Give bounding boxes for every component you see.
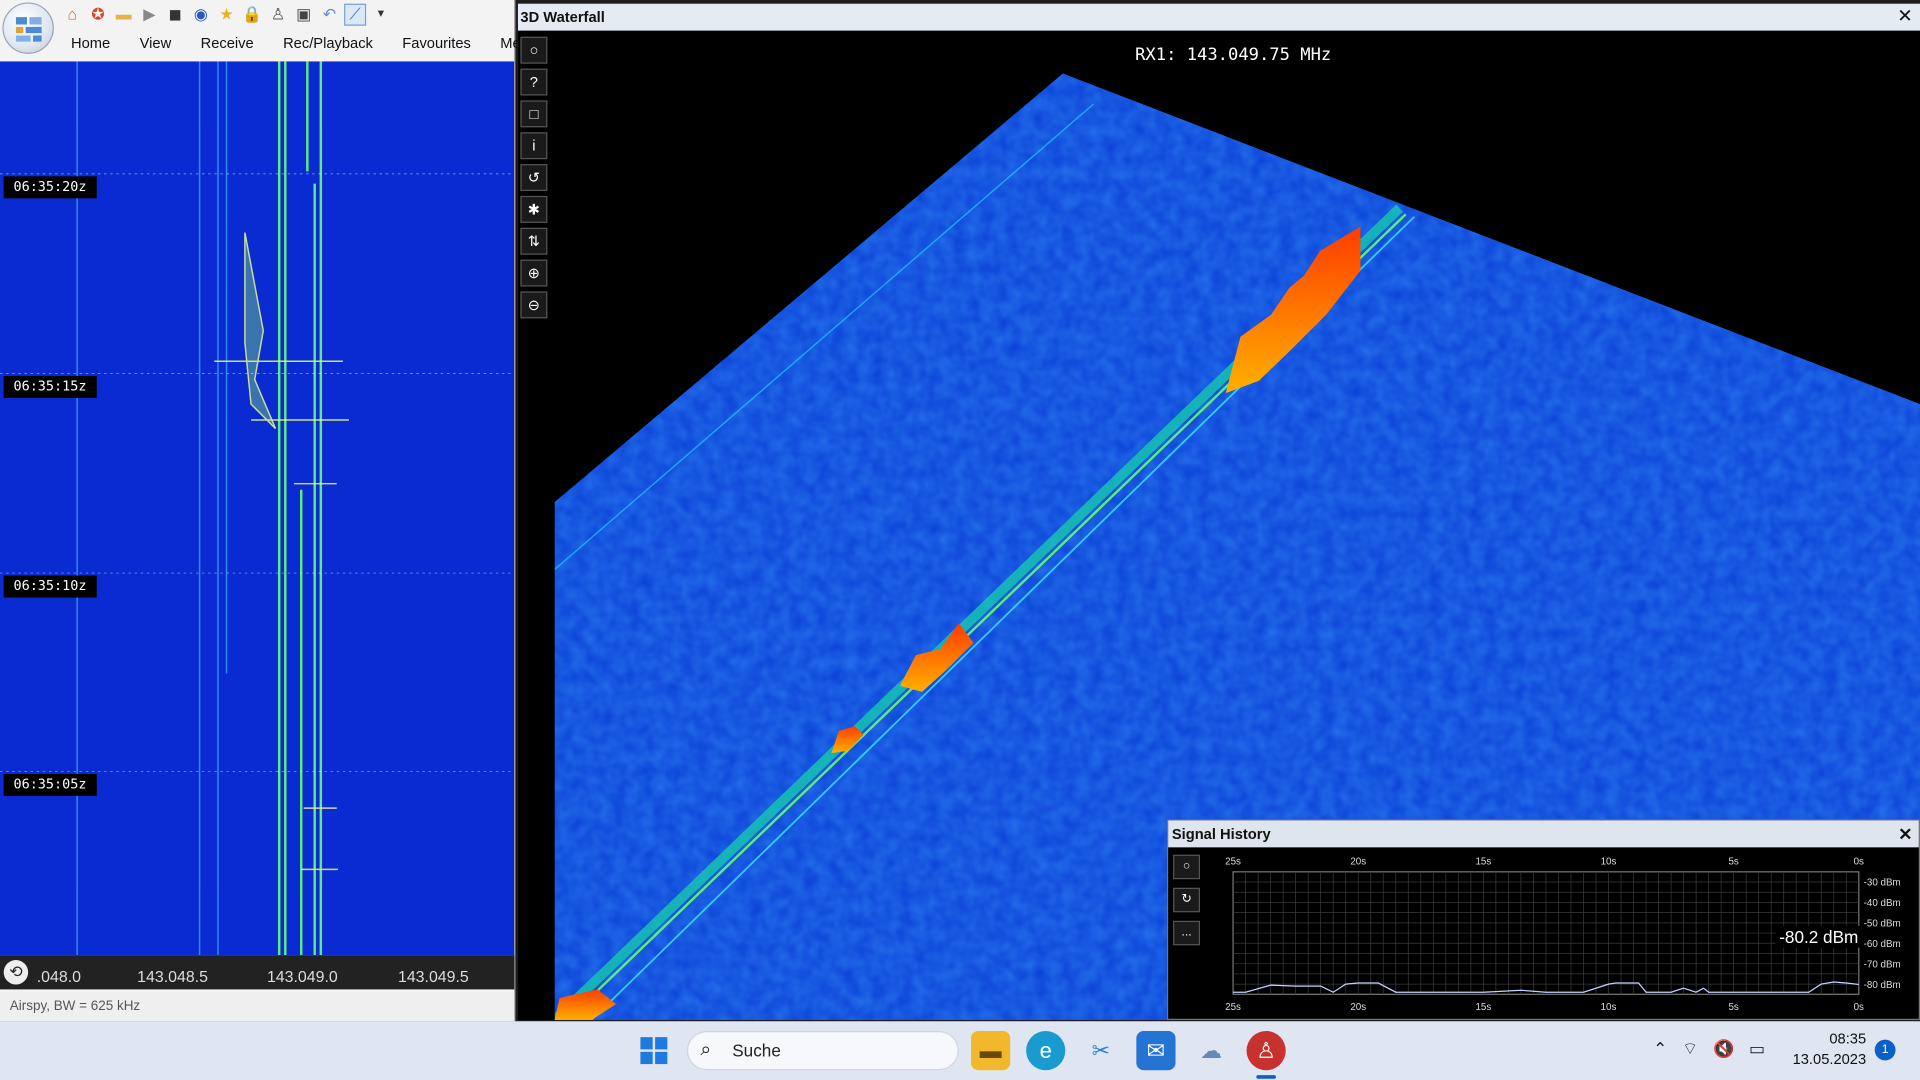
time-label: 06:35:10z: [3, 575, 97, 598]
sdr-main-window: ⌂ ✪ ▬ ▶ ◼ ◉ ★ 🔒 ♙ ▣ ↶ ⟋ ▾ Home View Rece…: [0, 0, 546, 1022]
menu-receive[interactable]: Receive: [186, 32, 268, 56]
screen: ⌂ ✪ ▬ ▶ ◼ ◉ ★ 🔒 ♙ ▣ ↶ ⟋ ▾ Home View Rece…: [0, 0, 1920, 1080]
signal-history-tools: ○ ↻ ...: [1173, 854, 1202, 954]
taskbar-search[interactable]: ⌕ Suche: [686, 1031, 959, 1071]
app-menu-button[interactable]: [2, 2, 54, 54]
time-label: 06:35:05z: [3, 773, 97, 796]
help-icon[interactable]: ?: [520, 68, 548, 96]
y-tick-label: -80 dBm: [1864, 980, 1901, 991]
y-tick-label: -60 dBm: [1864, 939, 1901, 950]
search-icon: ⌕: [700, 1039, 712, 1061]
wifi-icon[interactable]: ⌔: [1682, 1038, 1698, 1060]
ribbon-menu: Home View Receive Rec/Playback Favourite…: [56, 32, 560, 56]
mail-icon[interactable]: ✉: [1136, 1031, 1176, 1071]
waterfall-3d-tools: ○ ? □ i ↺ ✱ ⇅ ⊕ ⊖: [520, 36, 552, 324]
freq-tick: .048.0: [36, 967, 82, 986]
stop-icon[interactable]: ◼: [164, 4, 186, 26]
lock-icon[interactable]: 🔒: [241, 4, 263, 26]
system-tray: ⌃ ⌔ 🔇 ▭: [1653, 1038, 1765, 1060]
close-icon[interactable]: ✕: [1898, 820, 1912, 847]
refresh-icon[interactable]: ↻: [1173, 887, 1201, 913]
rx-frequency-label: RX1: 143.049.75 MHz: [1135, 45, 1332, 65]
status-bar: Airspy, BW = 625 kHz: [0, 991, 515, 1022]
freq-tick: 143.049.5: [397, 967, 469, 986]
x-tick-label: 5s: [1728, 1002, 1738, 1013]
swap-vertical-icon[interactable]: ⇅: [520, 227, 548, 255]
x-tick-label: 0s: [1854, 1002, 1864, 1013]
active-app-indicator: [1256, 1075, 1276, 1079]
play-icon[interactable]: ▶: [138, 4, 160, 26]
waterfall-3d-title: 3D Waterfall: [517, 3, 1920, 31]
x-tick-label: 25s: [1225, 1002, 1241, 1013]
clock-date: 13.05.2023: [1792, 1050, 1867, 1068]
sdr-app-icon[interactable]: ♙: [1246, 1031, 1286, 1071]
zoom-out-icon[interactable]: ⊖: [520, 291, 548, 319]
y-tick-label: -40 dBm: [1864, 898, 1901, 909]
menu-rec-playback[interactable]: Rec/Playback: [268, 32, 387, 56]
camera-icon[interactable]: ▣: [293, 4, 315, 26]
taskbar: ⌕ Suche ▬ e ✂ ✉ ☁ ♙ ⌃ ⌔ 🔇 ▭ 08:35 13.05.…: [0, 1021, 1920, 1080]
x-tick-label: 10s: [1601, 1002, 1617, 1013]
menu-favourites[interactable]: Favourites: [388, 32, 486, 56]
x-tick-label: 10s: [1601, 856, 1617, 867]
signal-history-title-text: Signal History: [1171, 825, 1271, 843]
battery-icon[interactable]: ▭: [1749, 1038, 1765, 1060]
signal-history-title: Signal History ✕: [1168, 820, 1919, 848]
square-tool-icon[interactable]: □: [520, 100, 548, 128]
x-tick-label: 25s: [1225, 856, 1241, 867]
more-options-icon[interactable]: ...: [1173, 920, 1201, 946]
freq-tick: 143.049.0: [266, 967, 338, 986]
dropdown-icon[interactable]: ▾: [370, 4, 392, 26]
edge-icon[interactable]: e: [1026, 1031, 1066, 1071]
chevron-up-icon[interactable]: ⌃: [1653, 1038, 1667, 1060]
chart-icon[interactable]: ⟋: [344, 3, 367, 26]
x-tick-label: 15s: [1475, 856, 1491, 867]
circle-tool-icon[interactable]: ○: [1173, 854, 1201, 880]
frequency-scale[interactable]: ⟲ .048.0 143.048.5 143.049.0 143.049.5: [0, 955, 515, 990]
weather-icon[interactable]: ☁: [1191, 1031, 1230, 1070]
info-icon[interactable]: i: [520, 132, 548, 160]
lifebuoy-icon[interactable]: ✪: [87, 4, 109, 26]
brightness-icon[interactable]: ✱: [520, 195, 548, 223]
clock-time: 08:35: [1829, 1029, 1867, 1047]
zoom-reset-icon[interactable]: ⟲: [3, 960, 29, 985]
circle-tool-icon[interactable]: ○: [520, 36, 548, 64]
zoom-in-icon[interactable]: ⊕: [520, 259, 548, 287]
signal-history-window: Signal History ✕ ○ ↻ ... 25s 20s 15s 10s 5s 0…: [1166, 819, 1920, 1021]
undo-icon[interactable]: ↶: [318, 4, 340, 26]
x-tick-label: 20s: [1350, 856, 1366, 867]
x-tick-label: 0s: [1854, 856, 1864, 867]
x-tick-label: 20s: [1350, 1002, 1366, 1013]
time-label: 06:35:15z: [3, 375, 97, 398]
file-explorer-icon[interactable]: ▬: [971, 1031, 1011, 1071]
menu-home[interactable]: Home: [56, 32, 125, 56]
y-tick-label: -30 dBm: [1864, 878, 1901, 889]
snipping-tool-icon[interactable]: ✂: [1081, 1031, 1120, 1070]
y-tick-label: -70 dBm: [1864, 959, 1901, 970]
time-label: 06:35:20z: [3, 176, 97, 199]
speaker-muted-icon[interactable]: 🔇: [1713, 1038, 1734, 1060]
freq-tick: 143.048.5: [137, 967, 208, 986]
x-tick-label: 5s: [1728, 856, 1738, 867]
quick-access-toolbar: ⌂ ✪ ▬ ▶ ◼ ◉ ★ 🔒 ♙ ▣ ↶ ⟋ ▾: [61, 2, 392, 26]
star-icon[interactable]: ★: [216, 4, 238, 26]
antenna-icon[interactable]: ♙: [267, 4, 289, 26]
notification-badge[interactable]: 1: [1874, 1039, 1896, 1061]
clock[interactable]: 08:35 13.05.2023: [1790, 1029, 1867, 1071]
current-signal-value: -80.2 dBm: [1775, 925, 1862, 948]
menu-view[interactable]: View: [125, 32, 186, 56]
y-tick-label: -50 dBm: [1864, 919, 1901, 930]
windows-start-icon[interactable]: [634, 1031, 673, 1070]
close-icon[interactable]: ✕: [1897, 4, 1912, 31]
app-logo-icon: [15, 17, 42, 42]
folder-icon[interactable]: ▬: [113, 4, 135, 26]
search-placeholder: Suche: [732, 1040, 781, 1061]
nav-icon[interactable]: ◉: [190, 4, 212, 26]
waterfall-2d[interactable]: 06:35:20z 06:35:15z 06:35:10z 06:35:05z: [0, 61, 515, 956]
home-icon[interactable]: ⌂: [61, 4, 83, 26]
x-tick-label: 15s: [1475, 1002, 1491, 1013]
rotate-icon[interactable]: ↺: [520, 164, 548, 192]
